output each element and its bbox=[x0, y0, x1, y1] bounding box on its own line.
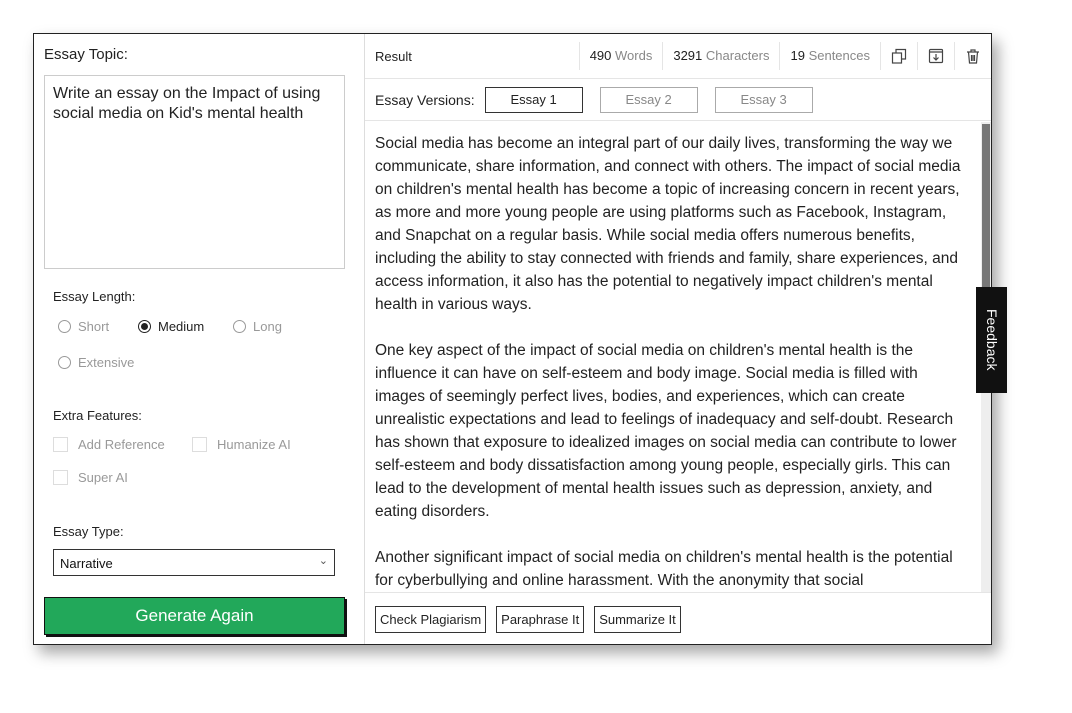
action-bar: Check Plagiarism Paraphrase It Summarize… bbox=[365, 592, 991, 646]
radio-label: Extensive bbox=[78, 355, 135, 370]
paraphrase-button[interactable]: Paraphrase It bbox=[496, 606, 585, 633]
sentence-count: 19 Sentences bbox=[779, 42, 880, 70]
word-count: 490 Words bbox=[578, 42, 663, 70]
radio-icon bbox=[58, 356, 71, 369]
radio-checked-icon bbox=[138, 320, 151, 333]
checkbox-add-reference[interactable]: Add Reference bbox=[53, 437, 165, 452]
checkbox-icon bbox=[53, 470, 68, 485]
checkbox-humanize-ai[interactable]: Humanize AI bbox=[192, 437, 291, 452]
topic-label: Essay Topic: bbox=[44, 46, 128, 63]
radio-label: Medium bbox=[158, 319, 205, 334]
scrollbar-thumb[interactable] bbox=[982, 124, 990, 299]
trash-icon[interactable] bbox=[954, 42, 991, 70]
character-count: 3291 Characters bbox=[662, 42, 779, 70]
length-label: Essay Length: bbox=[53, 289, 136, 304]
essay-generator-window: Essay Topic: Write an essay on the Impac… bbox=[33, 33, 992, 645]
radio-icon bbox=[233, 320, 246, 333]
checkbox-icon bbox=[53, 437, 68, 452]
settings-panel: Essay Topic: Write an essay on the Impac… bbox=[34, 34, 365, 644]
versions-label: Essay Versions: bbox=[375, 91, 475, 108]
checkbox-label: Add Reference bbox=[78, 437, 165, 452]
essay-paragraph: Social media has become an integral part… bbox=[375, 135, 961, 313]
feedback-tab[interactable]: Feedback bbox=[976, 287, 1007, 393]
copy-icon[interactable] bbox=[880, 42, 917, 70]
radio-label: Long bbox=[253, 319, 282, 334]
essay-text: Social media has become an integral part… bbox=[365, 122, 981, 592]
result-title: Result bbox=[375, 48, 412, 64]
features-label: Extra Features: bbox=[53, 408, 142, 423]
generate-again-button[interactable]: Generate Again bbox=[44, 597, 345, 635]
essay-type-select[interactable]: Narrative ⌄ bbox=[53, 549, 335, 576]
essay-versions-bar: Essay Versions: Essay 1 Essay 2 Essay 3 bbox=[365, 79, 991, 121]
radio-medium[interactable]: Medium bbox=[138, 319, 204, 334]
checkbox-icon bbox=[192, 437, 207, 452]
chevron-down-icon: ⌄ bbox=[318, 555, 328, 567]
essay-paragraph: One key aspect of the impact of social m… bbox=[375, 342, 957, 520]
download-icon[interactable] bbox=[917, 42, 954, 70]
radio-long[interactable]: Long bbox=[233, 319, 282, 334]
radio-extensive[interactable]: Extensive bbox=[58, 355, 134, 370]
radio-icon bbox=[58, 320, 71, 333]
checkbox-label: Super AI bbox=[78, 470, 128, 485]
tab-essay-1[interactable]: Essay 1 bbox=[484, 86, 583, 113]
checkbox-super-ai[interactable]: Super AI bbox=[53, 470, 128, 485]
summarize-button[interactable]: Summarize It bbox=[594, 606, 681, 633]
result-panel: Result 490 Words 3291 Characters 19 Sent… bbox=[365, 34, 991, 644]
check-plagiarism-button[interactable]: Check Plagiarism bbox=[375, 606, 487, 633]
essay-paragraph: Another significant impact of social med… bbox=[375, 549, 953, 589]
tab-essay-2[interactable]: Essay 2 bbox=[599, 86, 698, 113]
result-header: Result 490 Words 3291 Characters 19 Sent… bbox=[365, 34, 991, 79]
select-value: Narrative bbox=[60, 556, 113, 571]
radio-short[interactable]: Short bbox=[58, 319, 109, 334]
tab-essay-3[interactable]: Essay 3 bbox=[714, 86, 813, 113]
radio-label: Short bbox=[78, 319, 110, 334]
type-label: Essay Type: bbox=[53, 524, 124, 539]
checkbox-label: Humanize AI bbox=[217, 437, 291, 452]
topic-input[interactable]: Write an essay on the Impact of using so… bbox=[44, 75, 345, 269]
